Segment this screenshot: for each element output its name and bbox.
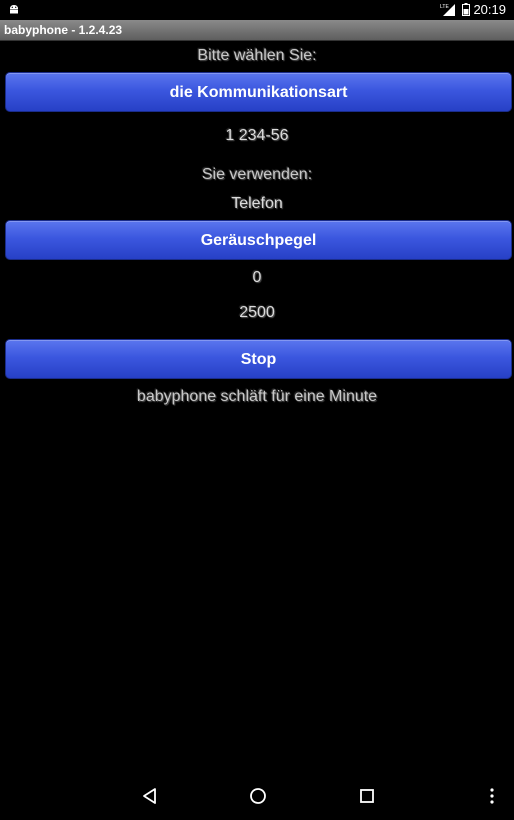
status-clock: 20:19: [473, 2, 506, 17]
noise-level-value: 0: [252, 269, 262, 286]
noise-level-button[interactable]: Geräuschpegel: [5, 220, 512, 260]
recents-icon[interactable]: [357, 786, 377, 806]
screen: LTE 20:19 babyphone - 1.2.4.23 Bitte wäh…: [0, 0, 514, 820]
phone-number-label: 1 234-56: [225, 127, 289, 144]
noise-threshold-value: 2500: [239, 304, 275, 321]
stop-button[interactable]: Stop: [5, 339, 512, 379]
status-message: babyphone schläft für eine Minute: [136, 388, 378, 405]
app-title: babyphone - 1.2.4.23: [4, 23, 123, 37]
home-icon[interactable]: [248, 786, 268, 806]
using-label: Sie verwenden:: [201, 166, 313, 183]
communication-type-button[interactable]: die Kommunikationsart: [5, 72, 512, 112]
app-title-bar: babyphone - 1.2.4.23: [0, 20, 514, 41]
battery-icon: [462, 3, 470, 16]
back-icon[interactable]: [140, 786, 160, 806]
overflow-menu-icon[interactable]: [482, 786, 502, 806]
choose-label: Bitte wählen Sie:: [197, 47, 317, 64]
status-bar: LTE 20:19: [0, 0, 514, 20]
navigation-bar: [0, 772, 514, 820]
android-icon: [10, 5, 18, 14]
using-value-label: Telefon: [231, 195, 283, 212]
signal-icon: LTE: [440, 4, 455, 16]
svg-text:LTE: LTE: [440, 4, 449, 10]
